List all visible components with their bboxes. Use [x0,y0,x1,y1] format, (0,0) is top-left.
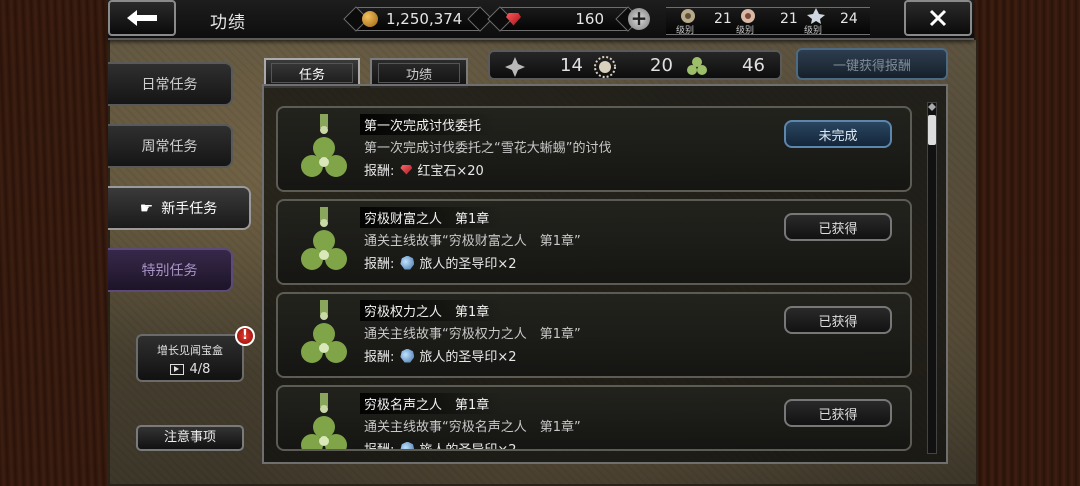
notes-button[interactable]: 注意事项 [136,425,244,451]
sidebar-item-label: 新手任务 [161,201,218,217]
claim-all-button[interactable]: 一键获得报酬 [796,48,948,80]
reward-label: 报酬: [364,443,395,451]
rank-2-label: 级别 [736,26,755,36]
scroll-cap-icon [928,103,936,111]
ruby-icon [506,12,521,26]
alert-badge-icon: ! [235,326,255,346]
knowledge-box-button[interactable]: 增长见闻宝盒 4/8 [136,334,244,382]
sidebar-item-label: 周常任务 [141,139,198,155]
ruby-counter: 160 [500,7,628,31]
task-name: 穷极名声之人 第1章 [360,393,504,414]
scroll-thumb[interactable] [928,115,936,145]
rank-1-value: 21 [714,11,732,27]
task-name: 穷极权力之人 第1章 [360,300,504,321]
reward-item: 旅人的圣导印×2 [419,443,517,451]
back-arrow-icon [127,10,157,26]
task-reward: 报酬: 旅人的圣导印×2 [364,346,517,365]
back-button[interactable] [108,0,176,36]
reward-label: 报酬: [364,164,395,179]
count-3: 46 [742,55,765,76]
gold-amount: 1,250,374 [386,10,463,28]
task-description: 通关主线故事“穷极权力之人 第1章” [364,327,581,342]
sidebar-item-daily[interactable]: 日常任务 [108,62,233,106]
tab-label: 任务 [298,67,325,83]
rank-3-value: 24 [840,11,858,27]
add-ruby-button[interactable]: + [628,8,650,30]
seal-icon [400,348,415,363]
reward-item: 红宝石×20 [417,164,484,179]
task-row: 穷极名声之人 第1章 通关主线故事“穷极名声之人 第1章” 报酬: 旅人的圣导印… [276,385,912,451]
page-title: 功绩 [210,13,246,33]
task-name: 穷极财富之人 第1章 [360,207,504,228]
clover-medal-icon [301,114,347,177]
task-list-scrollbar[interactable] [927,102,937,454]
reward-item: 旅人的圣导印×2 [419,257,517,272]
tab-label: 功绩 [405,67,432,83]
knowledge-box-title: 增长见闻宝盒 [157,344,223,357]
task-status-button[interactable]: 已获得 [784,306,892,334]
task-status-button[interactable]: 未完成 [784,120,892,148]
clover-icon [687,57,707,75]
rank-bar: 级别 21 级别 21 级别 24 [666,7,870,36]
seal-icon [400,441,415,449]
pointing-hand-icon: ☛ [139,199,154,217]
wood-frame-right [972,0,1080,486]
silver-star-icon [505,57,525,77]
task-description: 通关主线故事“穷极财富之人 第1章” [364,234,581,249]
clover-medal-icon [301,207,347,270]
sidebar-item-beginner[interactable]: ☛ 新手任务 [108,186,251,230]
sun-emblem-icon [594,56,616,78]
clover-medal-icon [301,300,347,363]
task-description: 通关主线故事“穷极名声之人 第1章” [364,420,581,435]
rank-3-label: 级别 [804,26,823,36]
task-description: 第一次完成讨伐委托之“雪花大蜥蜴”的讨伐 [364,141,612,156]
sidebar-item-special[interactable]: 特别任务 [108,248,233,292]
seal-icon [400,255,415,270]
count-2: 20 [650,55,673,76]
task-status-button[interactable]: 已获得 [784,399,892,427]
gold-counter: 1,250,374 [356,7,480,31]
task-reward: 报酬: 红宝石×20 [364,160,484,179]
close-button[interactable] [904,0,972,36]
task-reward: 报酬: 旅人的圣导印×2 [364,439,517,451]
wood-frame-left [0,0,110,486]
count-1: 14 [560,55,583,76]
task-reward: 报酬: 旅人的圣导印×2 [364,253,517,272]
video-icon [169,364,184,375]
close-icon [929,9,947,27]
rank-1-label: 级别 [676,26,695,36]
sidebar-item-weekly[interactable]: 周常任务 [108,124,233,168]
sidebar-item-label: 特别任务 [141,263,198,279]
reward-item: 旅人的圣导印×2 [419,350,517,365]
reward-label: 报酬: [364,350,395,365]
task-row: 穷极财富之人 第1章 通关主线故事“穷极财富之人 第1章” 报酬: 旅人的圣导印… [276,199,912,285]
ruby-amount: 160 [575,10,604,28]
gold-coin-icon [362,11,378,27]
knowledge-box-progress: 4/8 [189,362,211,377]
rank-2-value: 21 [780,11,798,27]
sidebar-item-label: 日常任务 [141,77,198,93]
reward-label: 报酬: [364,257,395,272]
medal-counts: 14 20 46 [488,50,782,80]
task-row: 穷极权力之人 第1章 通关主线故事“穷极权力之人 第1章” 报酬: 旅人的圣导印… [276,292,912,378]
task-status-button[interactable]: 已获得 [784,213,892,241]
clover-medal-icon [301,393,347,449]
task-row: 第一次完成讨伐委托 第一次完成讨伐委托之“雪花大蜥蜴”的讨伐 报酬: 红宝石×2… [276,106,912,192]
ruby-icon [400,164,413,175]
task-name: 第一次完成讨伐委托 [360,114,496,135]
